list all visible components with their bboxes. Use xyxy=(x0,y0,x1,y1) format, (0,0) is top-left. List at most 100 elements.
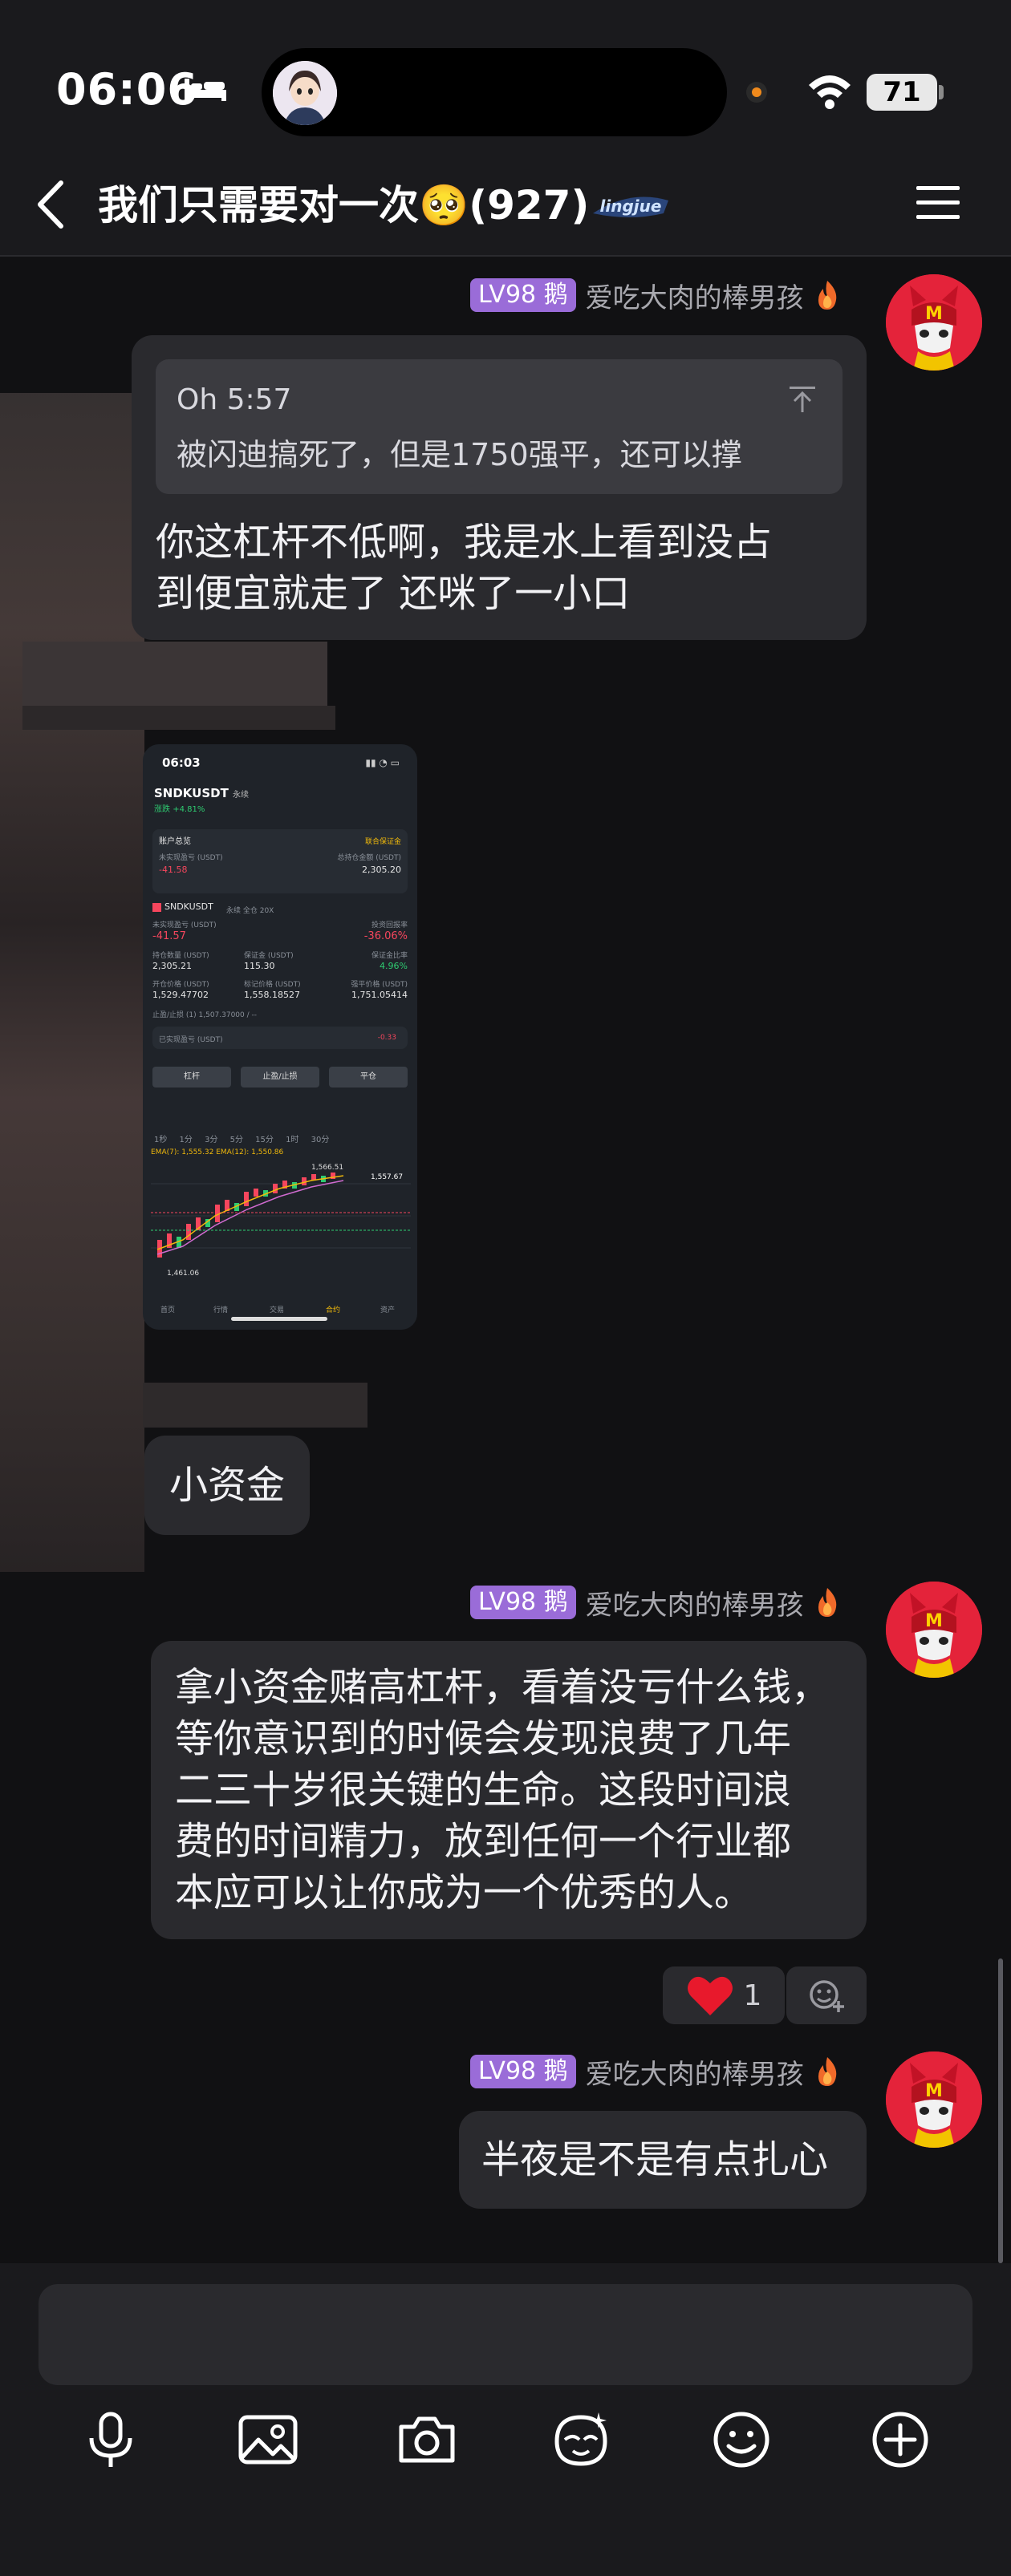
message-input[interactable] xyxy=(39,2284,972,2385)
sender-avatar[interactable]: M xyxy=(886,2051,982,2148)
shot-tpsl: 止盈/止损 (1) 1,507.37000 / -- xyxy=(152,1011,258,1019)
shot-roi-label: 投资回报率 xyxy=(371,921,408,930)
shot-mark: 1,558.18527 xyxy=(244,990,300,1000)
shot-margin-label: 保证金 (USDT) xyxy=(244,952,294,960)
shared-screenshot-image[interactable]: 06:03 ▮▮ ◔ ▭ SNDKUSDT 永续 涨跌 +4.81% 账户总览 … xyxy=(143,744,417,1330)
chat-title[interactable]: 我们只需要对一次🥺(927) xyxy=(98,173,589,231)
heart-icon xyxy=(687,1976,733,2015)
shot-leverage-button: 杠杆 xyxy=(152,1067,231,1088)
message-bubble[interactable]: 半夜是不是有点扎心 xyxy=(459,2111,867,2209)
shot-change-label: 涨跌 xyxy=(154,805,170,814)
quoted-message[interactable]: Oh 5:57 被闪迪搞死了，但是1750强平，还可以撑 xyxy=(156,359,842,494)
sender-line: LV98 鹅 爱吃大肉的棒男孩 xyxy=(470,2052,841,2092)
shot-entry: 1,529.47702 xyxy=(152,990,209,1000)
message-bubble[interactable]: 拿小资金赌高杠杆，看着没亏什么钱， 等你意识到的时候会发现浪费了几年 二三十岁很… xyxy=(151,1641,867,1939)
sender-nickname[interactable]: 爱吃大肉的棒男孩 xyxy=(586,276,804,315)
message-line: 费的时间精力，放到任何一个行业都 xyxy=(175,1819,792,1864)
shot-home-indicator xyxy=(231,1317,327,1321)
sticker-icon[interactable] xyxy=(549,2408,613,2472)
shot-margin-ratio: 4.96% xyxy=(380,961,408,971)
blurred-footer xyxy=(143,1383,367,1428)
reaction-count: 1 xyxy=(743,1979,762,2012)
shot-interval-tabs: 1秒 1分 3分 5分 15分 1时 30分 xyxy=(154,1136,330,1144)
message-text: 半夜是不是有点扎心 xyxy=(481,2137,829,2182)
shot-pnl-label: 未实现盈亏 (USDT) xyxy=(152,921,217,930)
shot-nav-item: 资产 xyxy=(380,1306,396,1314)
blurred-divider xyxy=(22,706,335,730)
message-text: 你这杠杆不低啊，我是水上看到没占 到便宜就走了 还咪了一小口 xyxy=(156,516,772,619)
shot-tpsl-button: 止盈/止损 xyxy=(241,1067,319,1088)
sender-nickname[interactable]: 爱吃大肉的棒男孩 xyxy=(586,2052,804,2092)
status-time: 06:06 xyxy=(56,64,198,115)
add-reaction-button[interactable] xyxy=(786,1966,867,2024)
message-text: 拿小资金赌高杠杆，看着没亏什么钱， 等你意识到的时候会发现浪费了几年 二三十岁很… xyxy=(175,1662,830,1918)
shot-time: 06:03 xyxy=(162,755,201,770)
svg-text:M: M xyxy=(925,2081,943,2101)
shot-size-label: 持仓数量 (USDT) xyxy=(152,952,209,960)
blurred-sender-line xyxy=(22,642,327,714)
shot-close-button: 平仓 xyxy=(329,1067,408,1088)
chevron-left-icon[interactable] xyxy=(29,176,77,233)
chat-header: 我们只需要对一次🥺(927) lingjue xyxy=(0,152,1011,257)
island-avatar xyxy=(273,61,337,125)
level-badge: LV98 鹅 xyxy=(470,2055,576,2088)
add-reaction-icon xyxy=(810,1980,844,2012)
shot-price-low: 1,461.06 xyxy=(167,1270,199,1278)
quote-text: 被闪迪搞死了，但是1750强平，还可以撑 xyxy=(177,437,742,472)
shot-size: 2,305.21 xyxy=(152,961,192,971)
heart-reaction[interactable]: 1 xyxy=(663,1966,785,2024)
shot-change: 涨跌 +4.81% xyxy=(154,802,205,814)
sender-avatar[interactable]: M xyxy=(886,274,982,371)
battery-tip xyxy=(939,85,944,99)
message-line: 你这杠杆不低啊，我是水上看到没占 xyxy=(156,520,773,565)
hamburger-menu-icon[interactable] xyxy=(913,180,963,226)
shot-bottom-nav: 首页 行情 交易 合约 资产 xyxy=(143,1280,417,1318)
camera-icon[interactable] xyxy=(395,2408,459,2472)
sender-avatar[interactable]: M xyxy=(886,1582,982,1678)
emoji-icon[interactable] xyxy=(709,2408,773,2472)
shot-price-high: 1,566.51 xyxy=(311,1164,343,1172)
bed-icon xyxy=(185,79,226,101)
flame-icon xyxy=(818,1588,836,1617)
level-badge: LV98 鹅 xyxy=(470,278,576,312)
group-badge-icon: lingjue xyxy=(593,196,668,217)
shot-entry-label: 开仓价格 (USDT) xyxy=(152,981,209,989)
image-icon[interactable] xyxy=(236,2408,300,2472)
flame-icon xyxy=(818,2057,836,2086)
shot-price-last: 1,557.67 xyxy=(371,1173,403,1181)
message-line: 二三十岁很关键的生命。这段时间浪 xyxy=(175,1768,792,1813)
svg-text:M: M xyxy=(925,304,943,324)
message-bubble[interactable]: Oh 5:57 被闪迪搞死了，但是1750强平，还可以撑 你这杠杆不低啊，我是水… xyxy=(132,335,867,640)
input-bar xyxy=(0,2263,1011,2576)
message-line: 本应可以让你成为一个优秀的人。 xyxy=(175,1870,753,1915)
message-line: 等你意识到的时候会发现浪费了几年 xyxy=(175,1716,792,1761)
shot-symbol: SNDKUSDT xyxy=(154,786,229,800)
shot-pnl: -41.57 xyxy=(152,930,186,942)
shot-liq-label: 强平价格 (USDT) xyxy=(351,981,408,989)
battery-indicator: 71 xyxy=(867,74,937,111)
sender-line: LV98 鹅 爱吃大肉的棒男孩 xyxy=(470,1583,841,1622)
quote-header: Oh 5:57 xyxy=(177,383,292,416)
shot-unrealized: -41.58 xyxy=(159,865,188,875)
message-line: 到便宜就走了 还咪了一小口 xyxy=(156,571,631,616)
shot-realized-row: 已实现盈亏 (USDT) -0.33 xyxy=(152,1027,408,1049)
plus-icon[interactable] xyxy=(868,2408,932,2472)
camera-dot-indicator xyxy=(746,82,767,103)
shot-nav-item: 交易 xyxy=(270,1306,285,1314)
jump-to-top-icon[interactable] xyxy=(786,383,818,415)
group-badge-text: lingjue xyxy=(600,196,662,216)
sender-line: LV98 鹅 爱吃大肉的棒男孩 xyxy=(470,277,841,314)
shot-account-mode: 联合保证金 xyxy=(364,838,401,846)
shot-nav-item: 首页 xyxy=(160,1306,176,1314)
shot-pos-tags: 永续 全仓 20X xyxy=(226,907,274,915)
shot-ema: EMA(7): 1,555.32 EMA(12): 1,550.86 xyxy=(151,1148,284,1156)
shot-margin: 115.30 xyxy=(244,961,275,971)
shot-account-card: 账户总览 联合保证金 未实现盈亏 (USDT) 总持仓金额 (USDT) -41… xyxy=(152,829,408,893)
shot-nav-item: 合约 xyxy=(326,1306,341,1314)
sender-nickname[interactable]: 爱吃大肉的棒男孩 xyxy=(586,1583,804,1622)
microphone-icon[interactable] xyxy=(79,2408,143,2472)
scrollbar[interactable] xyxy=(998,1958,1003,2263)
shot-liq: 1,751.05414 xyxy=(351,990,408,1000)
shot-candlestick-chart: 1,566.51 1,557.67 1,461.06 xyxy=(151,1164,411,1278)
message-bubble[interactable]: 小资金 xyxy=(144,1436,310,1535)
